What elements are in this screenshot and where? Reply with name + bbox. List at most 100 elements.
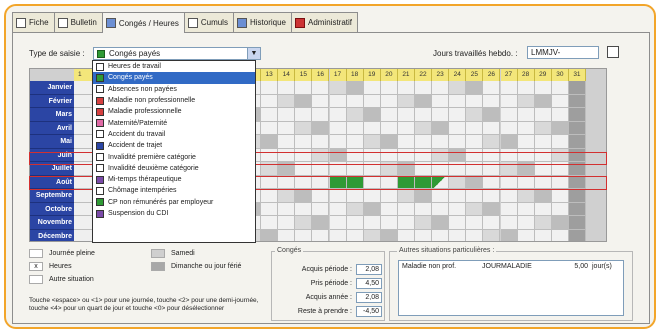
day-cell[interactable]: [534, 81, 552, 95]
day-cell[interactable]: [534, 108, 552, 122]
conges-row-value[interactable]: -4,50: [356, 306, 382, 317]
day-cell[interactable]: [568, 94, 586, 108]
day-cell[interactable]: [278, 229, 296, 241]
day-cell[interactable]: [551, 148, 569, 162]
day-cell[interactable]: [380, 162, 398, 176]
day-cell[interactable]: [312, 148, 330, 162]
day-cell[interactable]: [568, 135, 586, 149]
day-cell[interactable]: [295, 162, 313, 176]
day-cell[interactable]: [517, 135, 535, 149]
day-cell[interactable]: [380, 135, 398, 149]
day-cell[interactable]: [483, 121, 501, 135]
day-cell[interactable]: [312, 229, 330, 241]
day-cell[interactable]: [397, 108, 415, 122]
day-cell[interactable]: [432, 229, 450, 241]
dropdown-option[interactable]: Invalidité deuxième catégorie: [93, 163, 255, 174]
day-cell[interactable]: [449, 108, 467, 122]
day-cell[interactable]: [278, 135, 296, 149]
day-cell[interactable]: [363, 81, 381, 95]
day-cell[interactable]: [261, 216, 279, 230]
day-cell[interactable]: [346, 202, 364, 216]
list-item[interactable]: Maladie non prof. JOURMALADIE 5,00 jour(…: [399, 261, 623, 272]
day-cell[interactable]: [380, 121, 398, 135]
day-cell[interactable]: [466, 148, 484, 162]
day-cell[interactable]: [483, 81, 501, 95]
day-cell[interactable]: [295, 148, 313, 162]
day-cell[interactable]: [517, 148, 535, 162]
day-cell[interactable]: [466, 135, 484, 149]
day-cell[interactable]: [278, 202, 296, 216]
day-cell[interactable]: [329, 121, 347, 135]
day-cell[interactable]: [380, 216, 398, 230]
day-cell[interactable]: [397, 81, 415, 95]
day-cell[interactable]: [363, 148, 381, 162]
day-cell[interactable]: [363, 216, 381, 230]
day-cell[interactable]: [415, 94, 433, 108]
day-cell[interactable]: [449, 189, 467, 203]
day-cell[interactable]: [380, 202, 398, 216]
tab-cumuls[interactable]: Cumuls: [183, 12, 234, 32]
day-cell[interactable]: [261, 148, 279, 162]
day-cell[interactable]: [551, 189, 569, 203]
day-cell[interactable]: [363, 162, 381, 176]
dropdown-option[interactable]: Heures de travail: [93, 61, 255, 72]
day-cell[interactable]: [432, 135, 450, 149]
day-cell[interactable]: [517, 108, 535, 122]
day-cell[interactable]: [261, 108, 279, 122]
day-cell[interactable]: [278, 121, 296, 135]
tab-historique[interactable]: Historique: [232, 12, 292, 32]
dropdown-option[interactable]: Congés payés: [93, 72, 255, 84]
day-cell[interactable]: [295, 108, 313, 122]
day-cell[interactable]: [551, 121, 569, 135]
day-cell[interactable]: [397, 94, 415, 108]
day-cell[interactable]: [568, 162, 586, 176]
day-cell[interactable]: [551, 94, 569, 108]
day-cell[interactable]: [278, 216, 296, 230]
day-cell[interactable]: [415, 148, 433, 162]
day-cell[interactable]: [312, 202, 330, 216]
tab-administratif[interactable]: Administratif: [290, 12, 358, 32]
day-cell[interactable]: [346, 216, 364, 230]
day-cell[interactable]: [466, 81, 484, 95]
day-cell[interactable]: [312, 162, 330, 176]
jours-travailles-field[interactable]: LMMJV-: [527, 46, 599, 59]
chevron-down-icon[interactable]: ▼: [247, 48, 260, 59]
day-cell[interactable]: [551, 175, 569, 189]
day-cell[interactable]: [346, 135, 364, 149]
day-cell[interactable]: [568, 229, 586, 241]
dropdown-option[interactable]: Maladie professionnelle: [93, 106, 255, 117]
tab-fiche[interactable]: Fiche: [12, 12, 55, 32]
day-cell[interactable]: [483, 202, 501, 216]
day-cell[interactable]: [295, 81, 313, 95]
dropdown-option[interactable]: Suspension du CDI: [93, 208, 255, 219]
dropdown-option[interactable]: Accident de trajet: [93, 140, 255, 151]
day-cell[interactable]: [278, 108, 296, 122]
day-cell[interactable]: [380, 81, 398, 95]
day-cell[interactable]: [568, 148, 586, 162]
day-cell[interactable]: [432, 121, 450, 135]
day-cell[interactable]: [449, 162, 467, 176]
day-cell[interactable]: [363, 202, 381, 216]
dropdown-option[interactable]: Maladie non professionnelle: [93, 95, 255, 106]
day-cell[interactable]: [500, 202, 518, 216]
day-cell[interactable]: [483, 94, 501, 108]
day-cell[interactable]: [261, 229, 279, 241]
day-cell[interactable]: [568, 189, 586, 203]
day-cell[interactable]: [466, 108, 484, 122]
day-cell[interactable]: [363, 121, 381, 135]
day-cell[interactable]: [415, 81, 433, 95]
day-cell[interactable]: [415, 216, 433, 230]
day-cell[interactable]: [261, 162, 279, 176]
day-cell[interactable]: [500, 108, 518, 122]
day-cell[interactable]: [517, 216, 535, 230]
day-cell[interactable]: [483, 216, 501, 230]
day-cell[interactable]: [397, 121, 415, 135]
day-cell[interactable]: [568, 81, 586, 95]
day-cell[interactable]: [517, 81, 535, 95]
day-cell[interactable]: [449, 94, 467, 108]
day-cell[interactable]: [466, 202, 484, 216]
day-cell[interactable]: [483, 229, 501, 241]
day-cell[interactable]: [261, 121, 279, 135]
day-cell[interactable]: [568, 202, 586, 216]
day-cell[interactable]: [568, 175, 586, 189]
